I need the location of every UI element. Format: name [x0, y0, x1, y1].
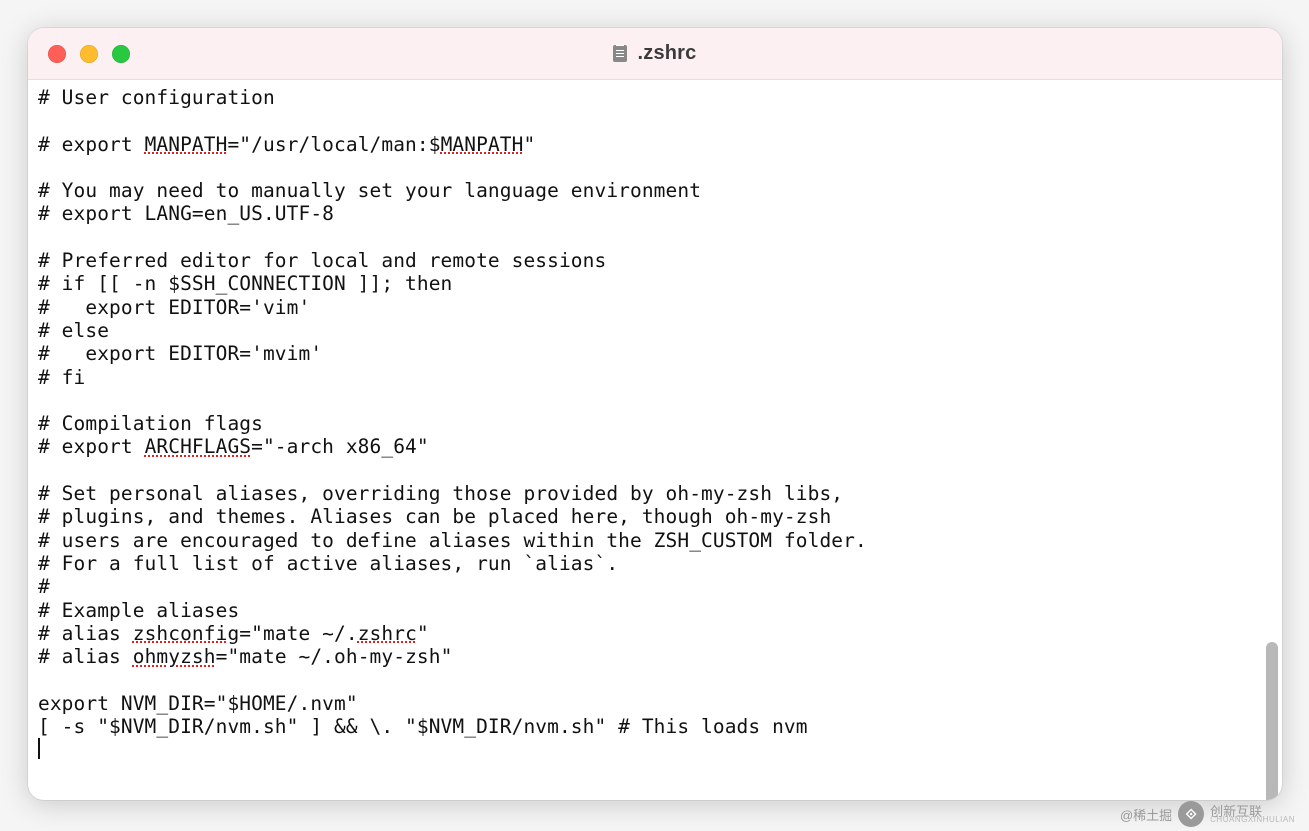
zoom-button[interactable]	[112, 45, 130, 63]
scrollbar-track[interactable]	[1264, 82, 1280, 790]
window-title: .zshrc	[637, 42, 696, 65]
title-center: .zshrc	[28, 42, 1282, 65]
close-button[interactable]	[48, 45, 66, 63]
traffic-lights	[48, 45, 130, 63]
watermark-prefix: @稀土掘	[1120, 805, 1172, 824]
watermark-brand: 创新互联 CHUANGXINHULIAN	[1210, 805, 1295, 824]
text-cursor	[38, 738, 40, 759]
titlebar[interactable]: .zshrc	[28, 28, 1282, 80]
document-icon	[613, 45, 627, 62]
editor-window: .zshrc # User configuration # export MAN…	[28, 28, 1282, 800]
watermark-brand-sub: CHUANGXINHULIAN	[1210, 816, 1295, 824]
text-editor[interactable]: # User configuration # export MANPATH="/…	[28, 80, 1264, 800]
watermark: @稀土掘 ⟐ 创新互联 CHUANGXINHULIAN	[1120, 801, 1295, 827]
watermark-logo-icon: ⟐	[1178, 801, 1204, 827]
code-content[interactable]: # User configuration # export MANPATH="/…	[38, 86, 1264, 762]
minimize-button[interactable]	[80, 45, 98, 63]
watermark-brand-top: 创新互联	[1210, 805, 1295, 818]
scrollbar-thumb[interactable]	[1266, 642, 1278, 800]
editor-area: # User configuration # export MANPATH="/…	[28, 80, 1282, 800]
